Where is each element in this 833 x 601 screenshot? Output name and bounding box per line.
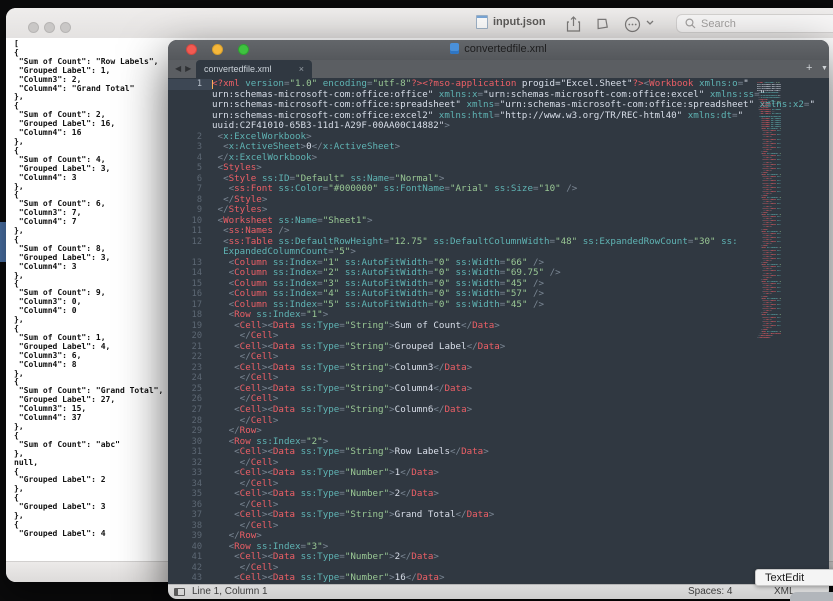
- textedit-titlebar[interactable]: input.json: [6, 8, 833, 39]
- sidebar-toggle-icon[interactable]: [174, 588, 185, 596]
- back-icon[interactable]: ◀: [175, 64, 185, 73]
- search-input[interactable]: Search: [676, 14, 833, 33]
- tab-nav-arrows[interactable]: ◀▶: [175, 64, 195, 73]
- indent-setting[interactable]: Spaces: 4: [688, 586, 732, 597]
- forward-icon[interactable]: ▶: [185, 64, 195, 73]
- minimap[interactable]: <?xml version="1.0" encoding="utf-8"?><?…: [757, 82, 781, 340]
- code-text[interactable]: <?xml version="1.0" encoding="utf-8"?><?…: [212, 78, 829, 585]
- tab-overflow-icon[interactable]: ▼: [821, 65, 828, 72]
- dock-edge: [790, 592, 833, 601]
- tab-convertedfile-xml[interactable]: convertedfile.xml ×: [196, 60, 312, 78]
- tab-bar[interactable]: ◀▶ convertedfile.xml × + ▼: [168, 60, 829, 78]
- code-editor[interactable]: 1234567891011121314151617181920212223242…: [168, 78, 829, 585]
- editor-statusbar: Line 1, Column 1 Spaces: 4 XML: [168, 584, 829, 599]
- document-icon: [476, 15, 488, 29]
- chevron-down-icon[interactable]: [646, 20, 654, 26]
- minimize-button[interactable]: [44, 22, 55, 33]
- cursor-position: Line 1, Column 1: [192, 586, 268, 597]
- search-icon: [685, 18, 696, 29]
- search-placeholder: Search: [701, 18, 736, 30]
- new-tab-icon[interactable]: +: [806, 62, 812, 74]
- close-button[interactable]: [28, 22, 39, 33]
- editor-window[interactable]: convertedfile.xml ◀▶ convertedfile.xml ×…: [168, 40, 829, 599]
- xml-document-icon: [450, 43, 459, 54]
- share-icon[interactable]: [566, 16, 581, 33]
- window-title-text: convertedfile.xml: [464, 43, 547, 55]
- tab-close-icon[interactable]: ×: [299, 64, 304, 74]
- line-number-gutter: 1234567891011121314151617181920212223242…: [168, 78, 212, 585]
- tag-icon[interactable]: [594, 16, 610, 32]
- zoom-button[interactable]: [60, 22, 71, 33]
- window-title: input.json: [476, 15, 546, 29]
- tab-label: convertedfile.xml: [204, 64, 272, 74]
- window-title: convertedfile.xml: [168, 43, 829, 55]
- editor-titlebar[interactable]: convertedfile.xml: [168, 40, 829, 61]
- textedit-tooltip: TextEdit: [755, 569, 833, 586]
- window-title-text: input.json: [493, 16, 546, 28]
- more-actions-icon[interactable]: [624, 16, 641, 33]
- desktop: input.json: [0, 0, 833, 601]
